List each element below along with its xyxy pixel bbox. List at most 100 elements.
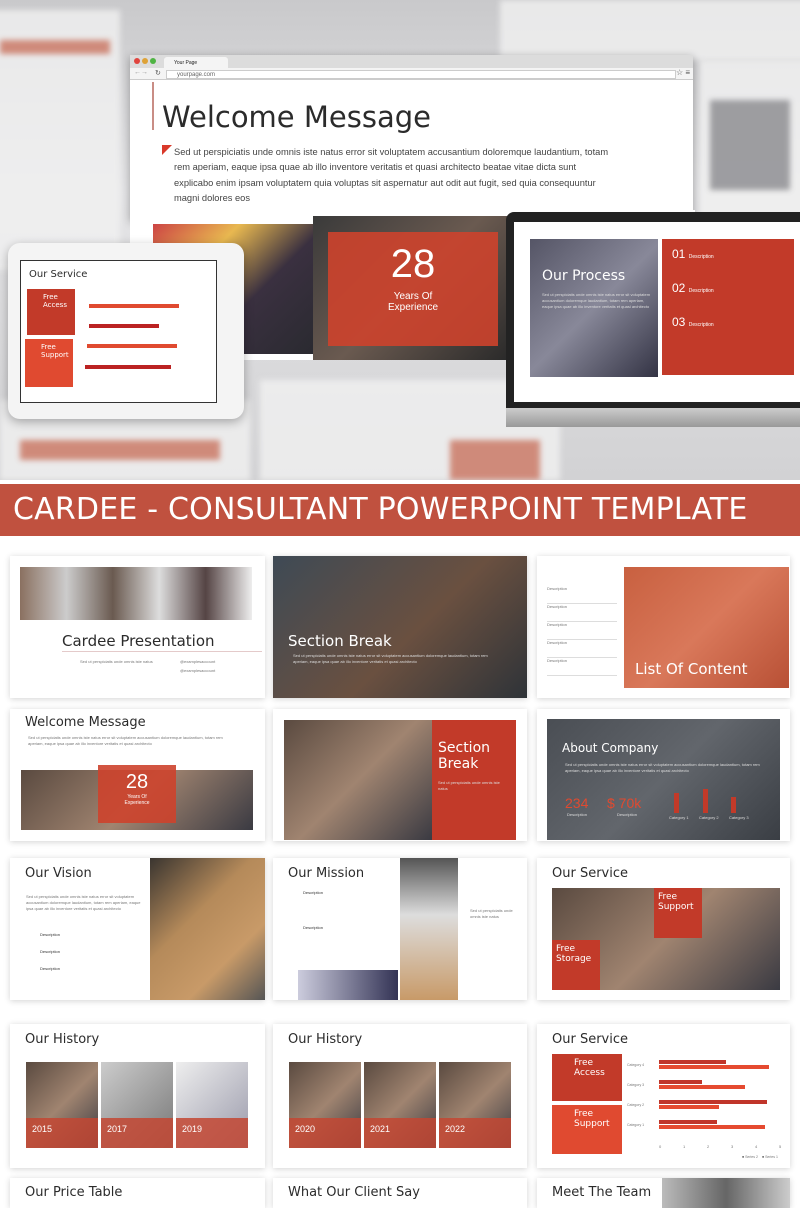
- history-card: 2022: [439, 1062, 511, 1148]
- slide-our-mission[interactable]: Our Mission Description Description Sed …: [273, 858, 527, 1000]
- legend-item: ■ Series 1: [762, 1155, 778, 1159]
- contact: @examplesaccount: [180, 668, 216, 673]
- step-label: Description: [688, 288, 714, 294]
- bar: [87, 344, 177, 348]
- year-label: 2022: [445, 1124, 466, 1134]
- category-label: Category 2: [699, 815, 719, 820]
- photo: [298, 970, 398, 1000]
- slide-list-of-content[interactable]: Description Description Description Desc…: [537, 556, 790, 698]
- list-item: Description: [40, 966, 61, 971]
- step-label: Description: [688, 254, 714, 260]
- slide-meet-team[interactable]: Meet The Team: [537, 1178, 790, 1208]
- address-bar[interactable]: yourpage.com: [166, 70, 676, 79]
- hero-title: Welcome Message: [162, 100, 431, 134]
- slide-price-table[interactable]: Our Price Table: [10, 1178, 265, 1208]
- stat-label: Description: [617, 812, 638, 817]
- slide-title: Section Break: [288, 632, 392, 650]
- experience-label: Years Of Experience: [124, 794, 150, 806]
- stat-value: 234: [565, 795, 589, 811]
- close-dot[interactable]: [134, 58, 140, 64]
- browser-titlebar: Your Page: [130, 55, 693, 68]
- slide-section-break[interactable]: Section Break Sed ut perspiciatis unde o…: [273, 556, 527, 698]
- bar-series-2: [659, 1105, 719, 1109]
- laptop-base: [506, 408, 800, 427]
- legend-item: ■ Series 2: [742, 1155, 758, 1159]
- laptop-mockup: Our Process Sed ut perspiciatis unde omn…: [506, 212, 800, 427]
- hero-body: Sed ut perspiciatis unde omnis iste natu…: [174, 147, 609, 203]
- year-label: 2021: [370, 1124, 391, 1134]
- bar: [703, 789, 708, 813]
- slide-our-service[interactable]: Our Service Free Support Free Storage: [537, 858, 790, 1000]
- content-list: Description Description Description Desc…: [547, 586, 617, 676]
- slide-title: List Of Content: [635, 660, 748, 678]
- slide-title: Our History: [288, 1032, 363, 1047]
- minimize-dot[interactable]: [142, 58, 148, 64]
- reload-icon[interactable]: ↻: [155, 69, 161, 77]
- slide-cardee-presentation[interactable]: Cardee Presentation Sed ut perspiciatis …: [10, 556, 265, 698]
- slide-section-break-2[interactable]: Section Break Sed ut perspiciatis unde o…: [273, 709, 527, 841]
- step-number: 01: [672, 247, 686, 261]
- slide-title: Section Break: [438, 740, 491, 772]
- browser-tab[interactable]: Your Page: [164, 57, 228, 68]
- bar-series-2: [659, 1085, 746, 1089]
- photo: [547, 719, 780, 840]
- list-item: Description: [547, 604, 617, 622]
- history-card: 2019: [176, 1062, 248, 1148]
- history-card: 2020: [289, 1062, 361, 1148]
- service-card: Free Access: [27, 289, 75, 335]
- stat-label: Description: [567, 812, 588, 817]
- service-card: Free Support: [25, 339, 73, 387]
- history-card: 2015: [26, 1062, 98, 1148]
- back-icon[interactable]: ←→: [134, 69, 148, 76]
- category-label: Category 1: [627, 1123, 645, 1127]
- category-label: Category 1: [669, 815, 689, 820]
- service-card: Free Access: [552, 1054, 622, 1101]
- list-item: Description: [547, 622, 617, 640]
- experience-label: Years Of Experience: [387, 291, 439, 313]
- bar-series-1: [659, 1100, 767, 1104]
- slide-title: Our Service: [552, 866, 628, 881]
- process-panel: 01 Description 02 Description 03 Descrip…: [662, 239, 794, 375]
- contact: @examplesaccount: [180, 659, 216, 664]
- bar-series-1: [659, 1080, 703, 1084]
- bar-series-2: [659, 1125, 765, 1129]
- slide-client-say[interactable]: What Our Client Say: [273, 1178, 527, 1208]
- menu-icon[interactable]: ☆ ≡: [676, 68, 690, 77]
- experience-box: 28 Years Of Experience: [328, 232, 498, 346]
- team-photo: [662, 1178, 790, 1208]
- experience-box: 28 Years Of Experience: [98, 765, 176, 823]
- slide-our-history-2[interactable]: Our History 2020 2021 2022: [273, 1024, 527, 1168]
- slide-our-history-1[interactable]: Our History 2015 2017 2019: [10, 1024, 265, 1168]
- bar-chart: Category 4 Category 3 Category 2 Category 1…: [627, 1054, 787, 1164]
- slide-text: Sed ut perspiciatis unde omnis iste natu…: [470, 908, 513, 919]
- slide-our-service-chart[interactable]: Our Service Free Access Free Support Cat…: [537, 1024, 790, 1168]
- category-label: Category 3: [627, 1083, 645, 1087]
- service-card: Free Support: [552, 1105, 622, 1154]
- bar-series-1: [659, 1060, 727, 1064]
- axis-tick: 0: [659, 1144, 662, 1149]
- axis-tick: 4: [755, 1144, 758, 1149]
- photo: [20, 567, 252, 620]
- slide-about-company[interactable]: About Company Sed ut perspiciatis unde o…: [537, 709, 790, 841]
- history-card: 2021: [364, 1062, 436, 1148]
- list-item: Description: [547, 658, 617, 676]
- slide-our-vision[interactable]: Our Vision Sed ut perspiciatis unde omni…: [10, 858, 265, 1000]
- laptop-screen: Our Process Sed ut perspiciatis unde omn…: [514, 222, 800, 402]
- experience-number: 28: [390, 242, 436, 286]
- banner-title: CARDEE - CONSULTANT POWERPOINT TEMPLATE: [0, 484, 800, 536]
- slide-title: Meet The Team: [552, 1185, 652, 1200]
- slide-text: Sed ut perspiciatis unde omnis iste natu…: [565, 762, 760, 773]
- browser-toolbar: ←→ ↻ yourpage.com ☆ ≡: [130, 68, 693, 80]
- slide-text: Sed ut perspiciatis unde omnis iste natu…: [80, 659, 153, 664]
- slide-text: Sed ut perspiciatis unde omnis iste natu…: [28, 735, 223, 746]
- slide-welcome-message[interactable]: Welcome Message Sed ut perspiciatis unde…: [10, 709, 265, 841]
- triangle-icon: [162, 145, 172, 155]
- bar: [731, 797, 736, 813]
- slide-title: About Company: [562, 741, 659, 755]
- bar: [85, 365, 171, 369]
- list-item: Description: [547, 640, 617, 658]
- category-label: Category 4: [627, 1063, 645, 1067]
- axis-tick: 1: [683, 1144, 686, 1149]
- axis-tick: 3: [731, 1144, 734, 1149]
- maximize-dot[interactable]: [150, 58, 156, 64]
